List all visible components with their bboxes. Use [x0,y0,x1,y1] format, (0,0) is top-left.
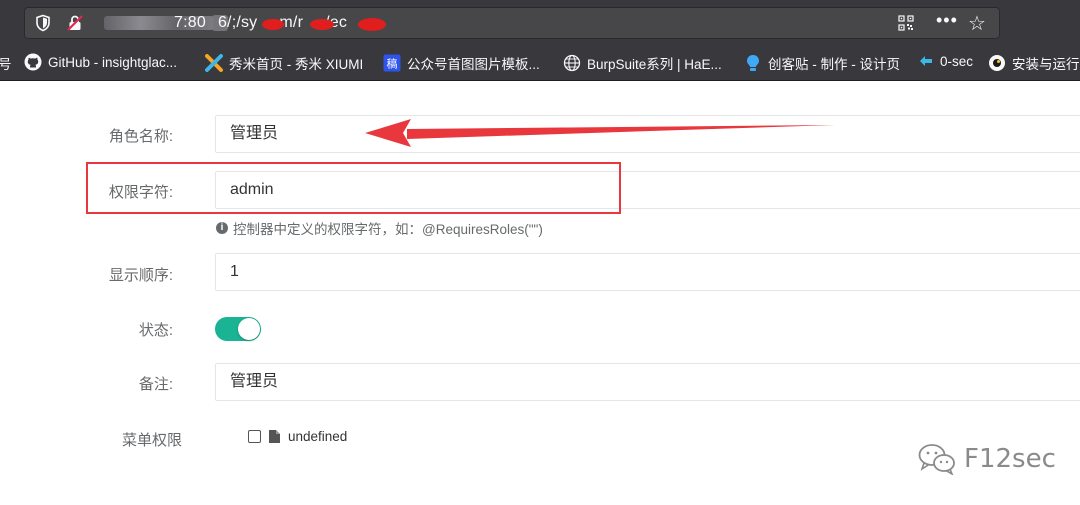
bookmark-item[interactable]: 号 [0,53,12,73]
role-key-hint-text: 控制器中定义的权限字符，如：@RequiresRoles("") [233,222,543,237]
menu-tree-item[interactable]: undefined [248,429,347,444]
bookmark-label: 0-sec [940,53,974,69]
remark-label: 备注: [138,376,173,393]
page-actions-menu-icon[interactable]: ••• [936,10,958,31]
svg-text:稿: 稿 [387,57,398,71]
tracking-protection-shield-icon[interactable] [34,14,52,32]
bookmark-item-docs[interactable]: 安装与运行 [988,53,1080,73]
sort-order-label: 显示顺序: [108,267,173,284]
annotation-highlight-box [86,162,621,214]
url-path: 6/;/sy [217,14,258,31]
insecure-connection-lock-icon[interactable] [66,14,84,32]
url-port: 7:80 [174,14,206,31]
menu-permission-label: 菜单权限 [121,432,182,449]
menu-tree-checkbox[interactable] [248,430,261,443]
bookmark-star-icon[interactable]: ☆ [968,11,986,36]
gaoding-icon: 稿 [383,54,401,72]
bookmark-label: BurpSuite系列 | HaE... [587,57,722,72]
bookmark-label: 公众号首图图片模板... [407,57,540,72]
status-toggle-knob [238,318,260,340]
bookmark-label: 创客贴 - 制作 - 设计页 [768,57,900,72]
file-icon [269,430,280,443]
bookmark-item-chuangketie[interactable]: 创客贴 - 制作 - 设计页 [744,53,900,73]
bookmark-item-0sec[interactable]: 0-sec [918,53,973,69]
bookmark-label: 号 [0,57,12,72]
role-key-hint: i 控制器中定义的权限字符，如：@RequiresRoles("") [216,218,543,238]
info-icon: i [216,222,228,234]
docs-icon [989,55,1005,71]
url-redaction-mark [358,18,386,31]
bookmark-item-xiumi[interactable]: 秀米首页 - 秀米 XIUMI [205,53,363,73]
watermark-text: F12sec [964,444,1056,474]
globe-icon [563,54,581,72]
sort-order-input[interactable]: 1 [215,253,1080,291]
status-toggle[interactable] [215,317,261,341]
remark-input[interactable]: 管理员 [215,363,1080,401]
status-label: 状态: [138,322,173,339]
bookmark-item-gaoding[interactable]: 稿 公众号首图图片模板... [383,53,540,73]
role-name-label: 角色名称: [108,128,173,145]
chuangketie-icon [747,55,759,71]
bookmark-label: GitHub - insightglac... [48,54,178,70]
role-edit-form: 角色名称: 管理员 权限字符: admin i 控制器中定义的权限字符，如：@R… [0,81,1080,505]
browser-toolbar: 7:80 6/;/sy m/r/ec ••• ☆ [0,0,1080,45]
bookmarks-toolbar: 号 GitHub - insightglac... 秀米首页 - 秀米 XIUM… [0,45,1080,81]
menu-tree-item-label: undefined [288,429,348,444]
bookmark-label: 秀米首页 - 秀米 XIUMI [229,57,364,72]
qr-code-icon[interactable] [898,15,914,31]
url-redaction-mark [310,19,334,30]
bookmark-item-burpsuite[interactable]: BurpSuite系列 | HaE... [563,53,722,73]
0sec-icon [920,56,932,66]
xiumi-icon [205,54,223,72]
github-icon [24,53,42,71]
url-bar[interactable]: 7:80 6/;/sy m/r/ec ••• ☆ [24,7,1000,39]
url-redaction-mark [262,19,284,30]
wechat-icon [918,444,955,475]
bookmark-label: 安装与运行 [1012,57,1080,72]
bookmark-item-github[interactable]: GitHub - insightglac... [24,53,177,71]
annotation-arrow [365,119,835,147]
watermark: F12sec [918,443,1056,475]
